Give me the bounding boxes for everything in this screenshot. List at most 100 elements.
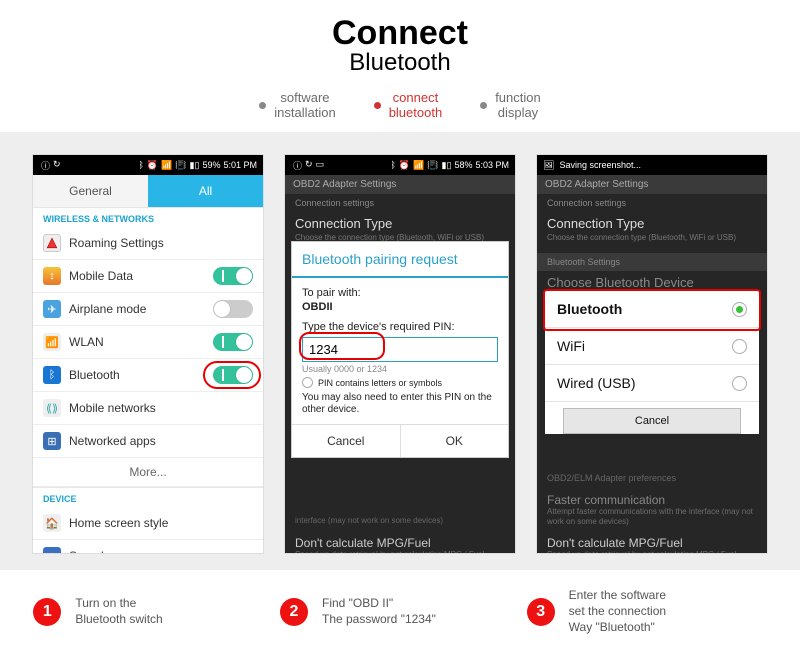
step-connect-bluetooth[interactable]: connectbluetooth xyxy=(374,91,443,121)
phone-gallery: ⓘ ↻ ᛒ ⏰ 📶 📳 ▮▯ 59% 5:01 PM General All W… xyxy=(0,132,800,570)
row-airplane-mode[interactable]: ✈ Airplane mode xyxy=(33,293,263,326)
dialog-title: Bluetooth pairing request xyxy=(292,242,508,278)
section-wireless-networks: WIRELESS & NETWORKS xyxy=(33,207,263,227)
option-wired-usb[interactable]: Wired (USB) xyxy=(545,365,759,402)
wlan-icon: 📶 xyxy=(43,333,61,351)
home-icon: 🏠 xyxy=(43,514,61,532)
tab-general[interactable]: General xyxy=(33,175,148,207)
signal-icon: ▮▯ xyxy=(190,160,200,171)
row-bluetooth[interactable]: ᛒ Bluetooth xyxy=(33,359,263,392)
mobile-data-toggle[interactable] xyxy=(213,267,253,285)
pair-with-label: To pair with: xyxy=(302,287,498,299)
step-dot-icon xyxy=(259,102,266,109)
airplane-icon: ✈ xyxy=(43,300,61,318)
step-number-badge: 2 xyxy=(280,598,308,626)
bluetooth-settings-label: Bluetooth Settings xyxy=(537,253,767,271)
section-device: DEVICE xyxy=(33,487,263,507)
wlan-toggle[interactable] xyxy=(213,333,253,351)
vibrate-icon: 📳 xyxy=(175,160,186,171)
vibrate-icon: 📳 xyxy=(427,160,438,171)
row-mobile-networks[interactable]: ⟪⟫ Mobile networks xyxy=(33,392,263,425)
alarm-icon: ⏰ xyxy=(147,160,158,171)
ok-button[interactable]: OK xyxy=(401,425,509,457)
connection-type-dialog: Bluetooth WiFi Wired (USB) Cancel xyxy=(545,291,759,434)
page-header: Connect Bluetooth xyxy=(0,0,800,83)
bluetooth-icon: ᛒ xyxy=(390,160,395,170)
pin-letters-checkbox[interactable]: PIN contains letters or symbols xyxy=(302,377,498,388)
choose-bt-device: Choose Bluetooth Device xyxy=(537,271,767,292)
pin-hint: Usually 0000 or 1234 xyxy=(302,364,498,374)
title-line1: Connect xyxy=(0,18,800,49)
step-dot-icon xyxy=(480,102,487,109)
bluetooth-icon: ᛒ xyxy=(43,366,61,384)
wifi-icon: 📶 xyxy=(413,160,424,171)
battery-percent: 58% xyxy=(454,160,472,170)
row-mobile-data[interactable]: ↕ Mobile Data xyxy=(33,260,263,293)
saving-text: Saving screenshot... xyxy=(559,160,641,170)
tab-all[interactable]: All xyxy=(148,175,263,207)
step-3: 3 Enter the softwareset the connectionWa… xyxy=(527,588,767,635)
radio-icon xyxy=(732,376,747,391)
pin-input[interactable] xyxy=(302,337,498,362)
mpg-title[interactable]: Don't calculate MPG/Fuel xyxy=(547,536,757,550)
status-time: 5:03 PM xyxy=(475,160,509,170)
airplane-toggle[interactable] xyxy=(213,300,253,318)
roaming-icon xyxy=(43,234,61,252)
saving-icon: 🖼 xyxy=(543,160,554,171)
sync-icon: ↻ xyxy=(305,159,313,172)
step-2: 2 Find "OBD II"The password "1234" xyxy=(280,588,520,635)
status-bar: ⓘ ↻ ▭ ᛒ ⏰ 📶 📳 ▮▯ 58% 5:03 PM xyxy=(285,155,515,175)
pin-prompt: Type the device's required PIN: xyxy=(302,321,498,333)
step-function-display[interactable]: functiondisplay xyxy=(480,91,541,121)
row-wlan[interactable]: 📶 WLAN xyxy=(33,326,263,359)
pair-device-name: OBDII xyxy=(302,301,498,313)
step-number-badge: 1 xyxy=(33,598,61,626)
status-bar: 🖼 Saving screenshot... xyxy=(537,155,767,175)
section-connection-settings: Connection settings xyxy=(537,194,767,212)
cancel-button[interactable]: Cancel xyxy=(563,408,741,434)
faster-comm-desc: Attempt faster communications with the i… xyxy=(547,507,757,526)
card-icon: ▭ xyxy=(316,159,325,172)
radio-icon xyxy=(732,302,747,317)
screen-header: OBD2 Adapter Settings xyxy=(537,175,767,194)
alarm-icon: ⏰ xyxy=(399,160,410,171)
step-dot-icon xyxy=(374,102,381,109)
status-time: 5:01 PM xyxy=(223,160,257,170)
bottom-steps: 1 Turn on theBluetooth switch 2 Find "OB… xyxy=(0,570,800,655)
step-1: 1 Turn on theBluetooth switch xyxy=(33,588,273,635)
settings-tabs: General All xyxy=(33,175,263,207)
faster-comm-title[interactable]: Faster communication xyxy=(547,493,757,507)
sync-icon: ↻ xyxy=(53,159,61,172)
connection-type-title[interactable]: Connection Type xyxy=(285,212,515,233)
radio-icon xyxy=(732,339,747,354)
row-roaming-settings[interactable]: Roaming Settings xyxy=(33,227,263,260)
option-bluetooth[interactable]: Bluetooth xyxy=(545,291,759,328)
mpg-desc: Speed up data retrieval by not calculati… xyxy=(547,550,757,554)
section-connection-settings: Connection settings xyxy=(285,194,515,212)
connection-type-title[interactable]: Connection Type xyxy=(537,212,767,233)
row-networked-apps[interactable]: ⊞ Networked apps xyxy=(33,425,263,458)
bluetooth-icon: ᛒ xyxy=(138,160,143,170)
row-sound[interactable]: ♪ Sound xyxy=(33,540,263,554)
radio-icon xyxy=(302,377,313,388)
breadcrumb-steps: softwareinstallation connectbluetooth fu… xyxy=(0,83,800,133)
option-wifi[interactable]: WiFi xyxy=(545,328,759,365)
row-home-screen-style[interactable]: 🏠 Home screen style xyxy=(33,507,263,540)
step-software-installation[interactable]: softwareinstallation xyxy=(259,91,335,121)
status-bar: ⓘ ↻ ᛒ ⏰ 📶 📳 ▮▯ 59% 5:01 PM xyxy=(33,155,263,175)
phone-settings-screen: ⓘ ↻ ᛒ ⏰ 📶 📳 ▮▯ 59% 5:01 PM General All W… xyxy=(32,154,264,554)
connection-type-desc: Choose the connection type (Bluetooth, W… xyxy=(537,233,767,249)
mpg-title[interactable]: Don't calculate MPG/Fuel xyxy=(295,536,505,550)
wifi-icon: 📶 xyxy=(161,160,172,171)
step-number-badge: 3 xyxy=(527,598,555,626)
more-button[interactable]: More... xyxy=(33,458,263,487)
screen-header: OBD2 Adapter Settings xyxy=(285,175,515,194)
signal-icon: ▮▯ xyxy=(442,160,452,171)
nfc-icon: ⓘ xyxy=(41,159,50,172)
cancel-button[interactable]: Cancel xyxy=(292,425,401,457)
mpg-desc: Speed up data retrieval by not calculati… xyxy=(295,550,505,555)
mobile-networks-icon: ⟪⟫ xyxy=(43,399,61,417)
bluetooth-pairing-dialog: Bluetooth pairing request To pair with: … xyxy=(291,241,509,458)
bluetooth-toggle[interactable] xyxy=(213,366,253,384)
nfc-icon: ⓘ xyxy=(293,159,302,172)
